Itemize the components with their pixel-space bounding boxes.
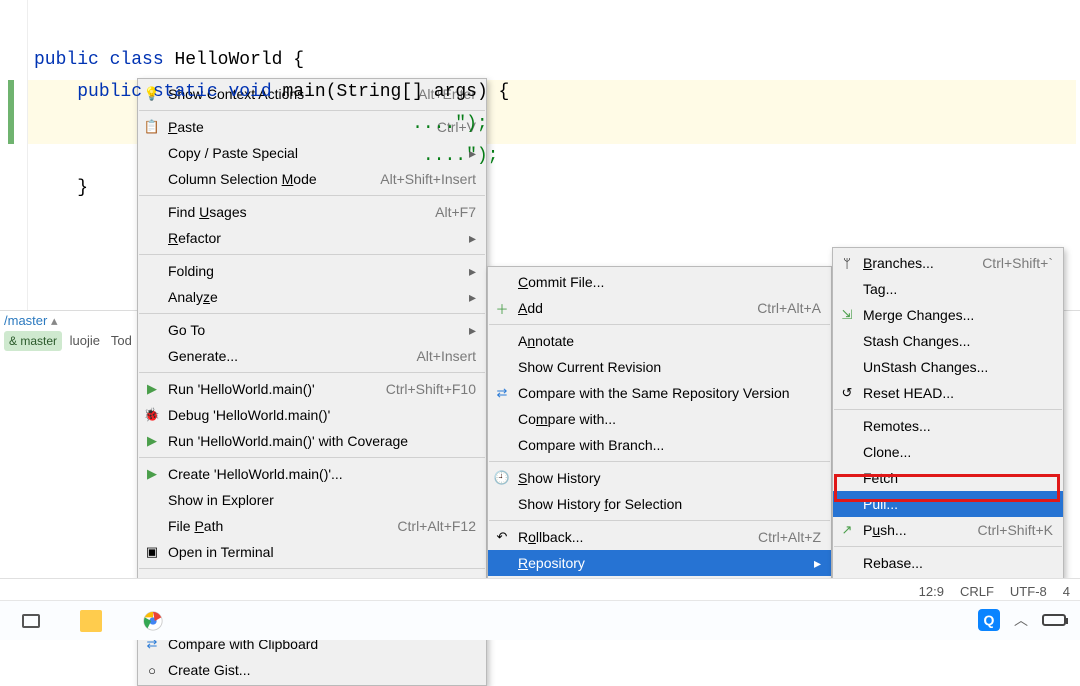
menu-create-run[interactable]: ▶Create 'HelloWorld.main()'... — [138, 461, 486, 487]
status-indent[interactable]: 4 — [1063, 584, 1070, 599]
menu-rebase[interactable]: Rebase... — [833, 550, 1063, 576]
separator — [834, 409, 1062, 410]
menu-compare-same-repo[interactable]: ⇄Compare with the Same Repository Versio… — [488, 380, 831, 406]
merge-icon: ⇲ — [839, 307, 855, 323]
chrome-icon[interactable] — [142, 610, 164, 632]
menu-compare-branch[interactable]: Compare with Branch... — [488, 432, 831, 458]
plus-icon: ＋ — [494, 300, 510, 316]
compare-icon: ⇄ — [494, 385, 510, 401]
separator — [139, 372, 485, 373]
terminal-icon: ▣ — [144, 544, 160, 560]
chevron-right-icon: ▸ — [455, 263, 476, 280]
rollback-icon: ↶ — [494, 529, 510, 545]
menu-analyze[interactable]: Analyze▸ — [138, 284, 486, 310]
reset-icon: ↺ — [839, 385, 855, 401]
menu-annotate[interactable]: Annotate — [488, 328, 831, 354]
menu-clone[interactable]: Clone... — [833, 439, 1063, 465]
menu-merge[interactable]: ⇲Merge Changes... — [833, 302, 1063, 328]
branches-icon: ᛘ — [839, 255, 855, 271]
status-position[interactable]: 12:9 — [919, 584, 944, 599]
branch-tag[interactable]: & master — [4, 331, 62, 351]
status-eol[interactable]: CRLF — [960, 584, 994, 599]
history-icon: 🕘 — [494, 470, 510, 486]
menu-show-current-revision[interactable]: Show Current Revision — [488, 354, 831, 380]
debug-icon: 🐞 — [144, 407, 160, 423]
coverage-icon: ▶ — [144, 433, 160, 449]
menu-fetch[interactable]: Fetch — [833, 465, 1063, 491]
menu-show-history-selection[interactable]: Show History for Selection — [488, 491, 831, 517]
menu-folding[interactable]: Folding▸ — [138, 258, 486, 284]
menu-repository[interactable]: Repository▸ — [488, 550, 831, 576]
menu-branches[interactable]: ᛘBranches...Ctrl+Shift+` — [833, 250, 1063, 276]
battery-icon[interactable] — [1042, 614, 1066, 626]
menu-file-path[interactable]: File PathCtrl+Alt+F12 — [138, 513, 486, 539]
tray-chevron-icon[interactable]: ︿ — [1014, 610, 1028, 630]
chevron-right-icon: ▸ — [455, 230, 476, 247]
menu-open-terminal[interactable]: ▣Open in Terminal — [138, 539, 486, 565]
repository-submenu[interactable]: ᛘBranches...Ctrl+Shift+` Tag... ⇲Merge C… — [832, 247, 1064, 579]
run-icon: ▶ — [144, 381, 160, 397]
separator — [139, 254, 485, 255]
code-content: public class HelloWorld { public static … — [0, 0, 1080, 204]
menu-refactor[interactable]: Refactor▸ — [138, 225, 486, 251]
menu-tag[interactable]: Tag... — [833, 276, 1063, 302]
separator — [139, 457, 485, 458]
task-view-icon[interactable] — [22, 614, 40, 628]
explorer-icon[interactable] — [80, 610, 102, 632]
menu-show-explorer[interactable]: Show in Explorer — [138, 487, 486, 513]
menu-stash[interactable]: Stash Changes... — [833, 328, 1063, 354]
separator — [489, 461, 830, 462]
taskbar: Q ︿ — [0, 600, 1080, 640]
menu-create-gist[interactable]: ○Create Gist... — [138, 657, 486, 683]
status-encoding[interactable]: UTF-8 — [1010, 584, 1047, 599]
date-label: Tod — [111, 333, 132, 348]
menu-show-history[interactable]: 🕘Show History — [488, 465, 831, 491]
chevron-right-icon: ▸ — [455, 322, 476, 339]
menu-run-coverage[interactable]: ▶Run 'HelloWorld.main()' with Coverage — [138, 428, 486, 454]
menu-run[interactable]: ▶Run 'HelloWorld.main()'Ctrl+Shift+F10 — [138, 376, 486, 402]
menu-remotes[interactable]: Remotes... — [833, 413, 1063, 439]
author-label: luojie — [70, 333, 100, 348]
menu-debug[interactable]: 🐞Debug 'HelloWorld.main()' — [138, 402, 486, 428]
push-icon: ↗ — [839, 522, 855, 538]
menu-reset-head[interactable]: ↺Reset HEAD... — [833, 380, 1063, 406]
menu-add[interactable]: ＋AddCtrl+Alt+A — [488, 295, 831, 321]
separator — [139, 568, 485, 569]
separator — [489, 520, 830, 521]
separator — [139, 313, 485, 314]
create-run-icon: ▶ — [144, 466, 160, 482]
github-icon: ○ — [144, 662, 160, 678]
branch-label[interactable]: /master — [4, 313, 51, 328]
git-submenu[interactable]: Commit File... ＋AddCtrl+Alt+A Annotate S… — [487, 266, 832, 605]
separator — [834, 546, 1062, 547]
menu-compare-with[interactable]: Compare with... — [488, 406, 831, 432]
menu-unstash[interactable]: UnStash Changes... — [833, 354, 1063, 380]
menu-commit-file[interactable]: Commit File... — [488, 269, 831, 295]
menu-pull[interactable]: Pull... — [833, 491, 1063, 517]
menu-push[interactable]: ↗Push...Ctrl+Shift+K — [833, 517, 1063, 543]
menu-rollback[interactable]: ↶Rollback...Ctrl+Alt+Z — [488, 524, 831, 550]
menu-generate[interactable]: Generate...Alt+Insert — [138, 343, 486, 369]
chevron-right-icon: ▸ — [800, 555, 821, 572]
separator — [489, 324, 830, 325]
tray-q-icon[interactable]: Q — [978, 609, 1000, 631]
chevron-right-icon: ▸ — [455, 289, 476, 306]
menu-goto[interactable]: Go To▸ — [138, 317, 486, 343]
